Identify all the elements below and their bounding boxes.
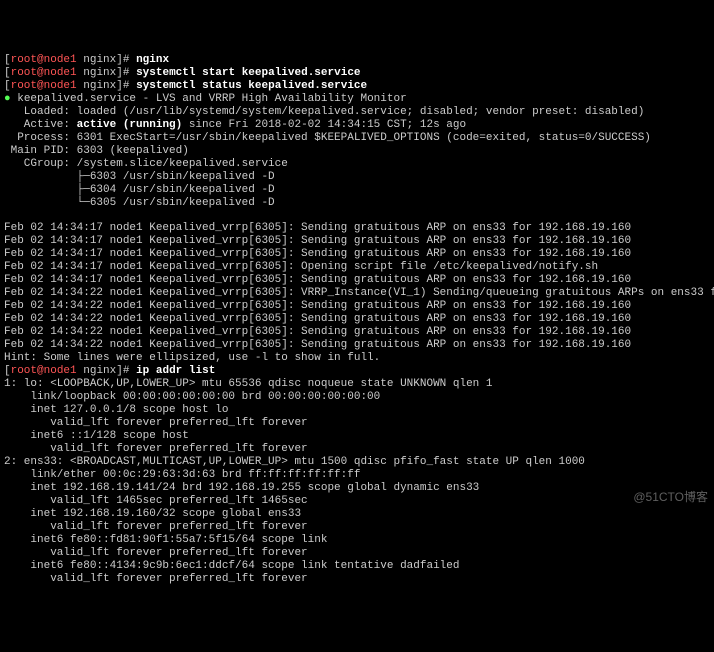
process-line: Process: 6301 ExecStart=/usr/sbin/keepal… <box>4 132 651 144</box>
prompt-line: [root@node1 nginx]# ip addr list <box>4 365 215 377</box>
ip-line: inet6 fe80::fd81:90f1:55a7:5f15/64 scope… <box>4 534 327 546</box>
prompt-line: [root@node1 nginx]# systemctl start keep… <box>4 67 361 79</box>
ip-line: valid_lft forever preferred_lft forever <box>4 521 308 533</box>
prompt-line: [root@node1 nginx]# nginx <box>4 54 169 66</box>
log-line: Feb 02 14:34:22 node1 Keepalived_vrrp[63… <box>4 300 631 312</box>
ip-line: link/loopback 00:00:00:00:00:00 brd 00:0… <box>4 391 380 403</box>
status-dot-icon: ● <box>4 93 11 105</box>
log-line: Feb 02 14:34:22 node1 Keepalived_vrrp[63… <box>4 313 631 325</box>
prompt-line: [root@node1 nginx]# systemctl status kee… <box>4 80 367 92</box>
service-header: keepalived.service - LVS and VRRP High A… <box>17 93 406 105</box>
cgroup-child: └─6305 /usr/sbin/keepalived -D <box>4 197 275 209</box>
hint-line: Hint: Some lines were ellipsized, use -l… <box>4 352 380 364</box>
log-line: Feb 02 14:34:17 node1 Keepalived_vrrp[63… <box>4 248 631 260</box>
log-line: Feb 02 14:34:17 node1 Keepalived_vrrp[63… <box>4 235 631 247</box>
terminal-window[interactable]: [root@node1 nginx]# nginx [root@node1 ng… <box>0 39 714 588</box>
ip-line: valid_lft forever preferred_lft forever <box>4 417 308 429</box>
cgroup-line: CGroup: /system.slice/keepalived.service <box>4 158 288 170</box>
user-host: root <box>11 54 37 66</box>
ip-line: valid_lft forever preferred_lft forever <box>4 547 308 559</box>
ip-line: link/ether 00:0c:29:63:3d:63 brd ff:ff:f… <box>4 469 360 481</box>
mainpid-line: Main PID: 6303 (keepalived) <box>4 145 189 157</box>
active-state: active (running) <box>77 119 183 131</box>
ip-line: valid_lft forever preferred_lft forever <box>4 443 308 455</box>
ip-line: inet 127.0.0.1/8 scope host lo <box>4 404 228 416</box>
log-line: Feb 02 14:34:17 node1 Keepalived_vrrp[63… <box>4 261 598 273</box>
cgroup-child: ├─6304 /usr/sbin/keepalived -D <box>4 184 275 196</box>
ip-line: inet 192.168.19.141/24 brd 192.168.19.25… <box>4 482 479 494</box>
ip-line: valid_lft 1465sec preferred_lft 1465sec <box>4 495 308 507</box>
log-line: Feb 02 14:34:22 node1 Keepalived_vrrp[63… <box>4 326 631 338</box>
ip-line: 2: ens33: <BROADCAST,MULTICAST,UP,LOWER_… <box>4 456 585 468</box>
cmd-ip: ip addr list <box>136 365 215 377</box>
watermark: @51CTO博客 <box>633 490 708 504</box>
ip-line: inet6 fe80::4134:9c9b:6ec1:ddcf/64 scope… <box>4 560 459 572</box>
ip-line: valid_lft forever preferred_lft forever <box>4 573 308 585</box>
cmd-status: systemctl status keepalived.service <box>136 80 367 92</box>
loaded-line: Loaded: loaded (/usr/lib/systemd/system/… <box>4 106 644 118</box>
ip-line: 1: lo: <LOOPBACK,UP,LOWER_UP> mtu 65536 … <box>4 378 492 390</box>
cgroup-child: ├─6303 /usr/sbin/keepalived -D <box>4 171 275 183</box>
cmd-nginx: nginx <box>136 54 169 66</box>
active-line: Active: active (running) since Fri 2018-… <box>4 119 466 131</box>
log-line: Feb 02 14:34:17 node1 Keepalived_vrrp[63… <box>4 222 631 234</box>
log-line: Feb 02 14:34:22 node1 Keepalived_vrrp[63… <box>4 339 631 351</box>
log-line: Feb 02 14:34:22 node1 Keepalived_vrrp[63… <box>4 287 714 299</box>
ip-line: inet 192.168.19.160/32 scope global ens3… <box>4 508 301 520</box>
ip-line: inet6 ::1/128 scope host <box>4 430 189 442</box>
log-line: Feb 02 14:34:17 node1 Keepalived_vrrp[63… <box>4 274 631 286</box>
cmd-start: systemctl start keepalived.service <box>136 67 360 79</box>
